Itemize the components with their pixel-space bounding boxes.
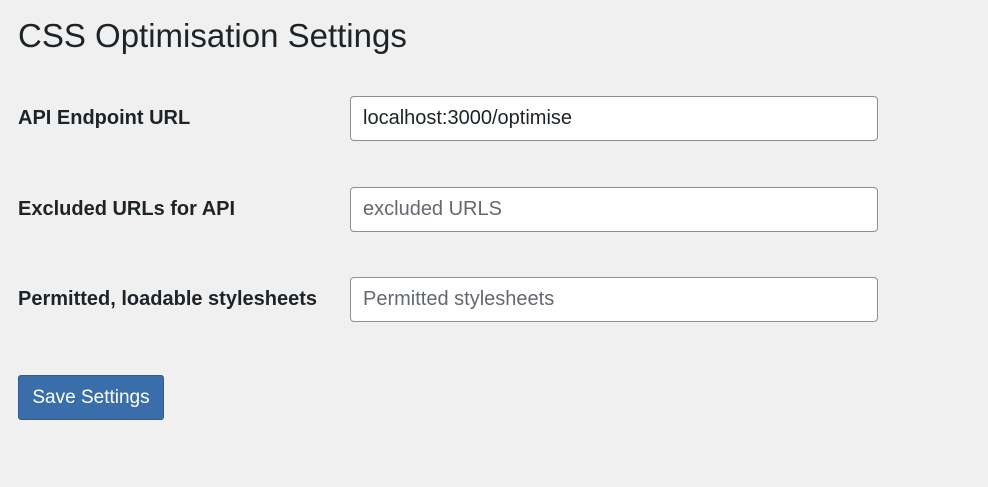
page-title: CSS Optimisation Settings [18, 17, 407, 54]
excluded-urls-row: Excluded URLs for API [18, 187, 878, 232]
api-endpoint-row: API Endpoint URL [18, 96, 878, 141]
permitted-stylesheets-input[interactable] [350, 277, 878, 322]
permitted-stylesheets-row: Permitted, loadable stylesheets [18, 277, 878, 322]
permitted-stylesheets-label: Permitted, loadable stylesheets [18, 288, 318, 310]
api-endpoint-input[interactable] [350, 96, 878, 141]
save-settings-button[interactable]: Save Settings [18, 375, 164, 420]
excluded-urls-input[interactable] [350, 187, 878, 232]
api-endpoint-label: API Endpoint URL [18, 107, 191, 129]
excluded-urls-label: Excluded URLs for API [18, 198, 236, 220]
